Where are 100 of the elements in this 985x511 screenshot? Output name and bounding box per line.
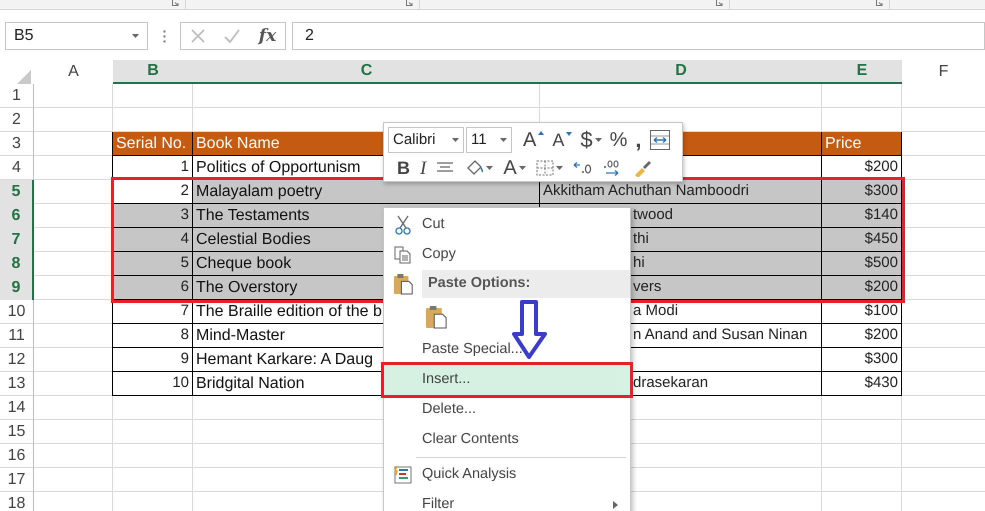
currency-button[interactable]: $: [577, 127, 605, 153]
menu-item[interactable]: Cut: [384, 210, 630, 240]
row-header[interactable]: 2: [0, 108, 34, 132]
menu-item[interactable]: Copy: [384, 240, 630, 270]
column-header[interactable]: C: [193, 60, 540, 84]
caret-icon: [132, 34, 139, 38]
shrink-font-button[interactable]: A: [549, 127, 576, 153]
table-cell-text: twood: [633, 205, 674, 226]
column-header[interactable]: E: [822, 60, 902, 84]
table-cell: $300: [822, 180, 902, 204]
row-header[interactable]: 7: [0, 228, 34, 252]
row-header[interactable]: 12: [0, 348, 34, 372]
copy-icon: [394, 246, 412, 264]
table-cell: 7: [113, 300, 193, 324]
menu-heading: Paste Options:: [422, 270, 630, 298]
clipboard-icon: [425, 304, 447, 328]
clipboard-icon: [393, 273, 413, 295]
row-header[interactable]: 11: [0, 324, 34, 348]
table-cell: $450: [822, 228, 902, 252]
dialog-launcher-icon: [406, 0, 413, 6]
table-header-cell: Price: [822, 132, 902, 156]
table-cell-text: thi: [633, 229, 649, 250]
row-header[interactable]: 14: [0, 396, 34, 420]
caret-icon: [518, 166, 526, 170]
check-icon: [223, 28, 242, 44]
menu-item[interactable]: Quick Analysis: [384, 460, 630, 490]
table-cell: $500: [822, 252, 902, 276]
table-cell: $200: [822, 276, 902, 300]
menu-item[interactable]: Filter: [384, 490, 630, 511]
select-all-icon: [17, 70, 31, 84]
table-cell: Malayalam poetry: [193, 180, 540, 204]
row-header[interactable]: 15: [0, 420, 34, 444]
table-cell: 5: [113, 252, 193, 276]
table-cell-text: hi: [633, 253, 645, 274]
row-header[interactable]: 5: [0, 180, 34, 204]
table-cell: 3: [113, 204, 193, 228]
merge-icon: [650, 130, 670, 150]
row-header[interactable]: 13: [0, 372, 34, 396]
paintbrush-icon: [632, 159, 653, 177]
row-header[interactable]: 9: [0, 276, 34, 300]
column-header[interactable]: B: [113, 60, 193, 84]
menu-item[interactable]: Paste Special...: [384, 335, 630, 365]
comma-style-button[interactable]: ,: [632, 127, 645, 153]
table-cell: Akkitham Achuthan Namboodri: [540, 180, 822, 204]
column-header[interactable]: D: [540, 60, 822, 84]
table-cell-text: drasekaran: [633, 373, 708, 394]
menu-item[interactable]: Insert...: [384, 365, 630, 395]
row-header[interactable]: 1: [0, 84, 34, 108]
table-cell: $140: [822, 204, 902, 228]
font-size-dropdown[interactable]: 11: [466, 127, 512, 153]
table-cell: $300: [822, 348, 902, 372]
row-header[interactable]: 18: [0, 492, 34, 511]
menu-item[interactable]: Clear Contents: [384, 425, 630, 455]
decrease-decimal-icon: [572, 160, 593, 176]
bold-button[interactable]: B: [394, 155, 413, 181]
grip-icon: [162, 30, 166, 42]
row-header[interactable]: 17: [0, 468, 34, 492]
row-header[interactable]: 10: [0, 300, 34, 324]
table-cell-text: n Anand and Susan Ninan: [633, 325, 808, 346]
row-header[interactable]: 3: [0, 132, 34, 156]
font-name-dropdown[interactable]: Calibri: [388, 127, 464, 153]
row-header[interactable]: 6: [0, 204, 34, 228]
caret-icon: [556, 166, 563, 170]
font-color-button[interactable]: A: [500, 155, 529, 181]
table-cell-text: vers: [633, 277, 662, 298]
table-cell: 8: [113, 324, 193, 348]
caret-icon: [594, 138, 602, 142]
close-icon: [190, 28, 206, 44]
row-header[interactable]: 8: [0, 252, 34, 276]
table-cell: 6: [113, 276, 193, 300]
table-cell: 10: [113, 372, 193, 396]
formula-field[interactable]: 2: [292, 22, 985, 50]
insert-function-button[interactable]: fx: [258, 28, 276, 44]
italic-button[interactable]: I: [417, 155, 430, 181]
table-cell: 4: [113, 228, 193, 252]
table-cell: $200: [822, 324, 902, 348]
table-cell: 9: [113, 348, 193, 372]
scissors-icon: [395, 215, 411, 235]
dialog-launcher-icon: [172, 0, 179, 6]
table-cell: $430: [822, 372, 902, 396]
row-header[interactable]: 16: [0, 444, 34, 468]
caret-icon: [452, 138, 459, 142]
borders-icon: [536, 160, 554, 176]
down-triangle-icon: [566, 132, 572, 136]
submenu-arrow-icon: [613, 501, 618, 509]
caret-icon: [486, 166, 494, 170]
quick-analysis-icon: [394, 466, 412, 484]
name-box[interactable]: B5: [5, 22, 148, 50]
table-cell-text: a Modi: [633, 301, 678, 322]
dialog-launcher-icon: [716, 0, 723, 6]
caret-icon: [500, 138, 507, 142]
align-center-icon: [436, 162, 454, 174]
up-triangle-icon: [538, 131, 544, 135]
dialog-launcher-icon: [876, 0, 883, 6]
table-cell: 1: [113, 156, 193, 180]
column-header[interactable]: A: [34, 60, 113, 84]
table-header-cell: Serial No.: [113, 132, 193, 156]
table-cell: $100: [822, 300, 902, 324]
percent-button[interactable]: %: [606, 127, 630, 153]
menu-item[interactable]: Delete...: [384, 395, 630, 425]
